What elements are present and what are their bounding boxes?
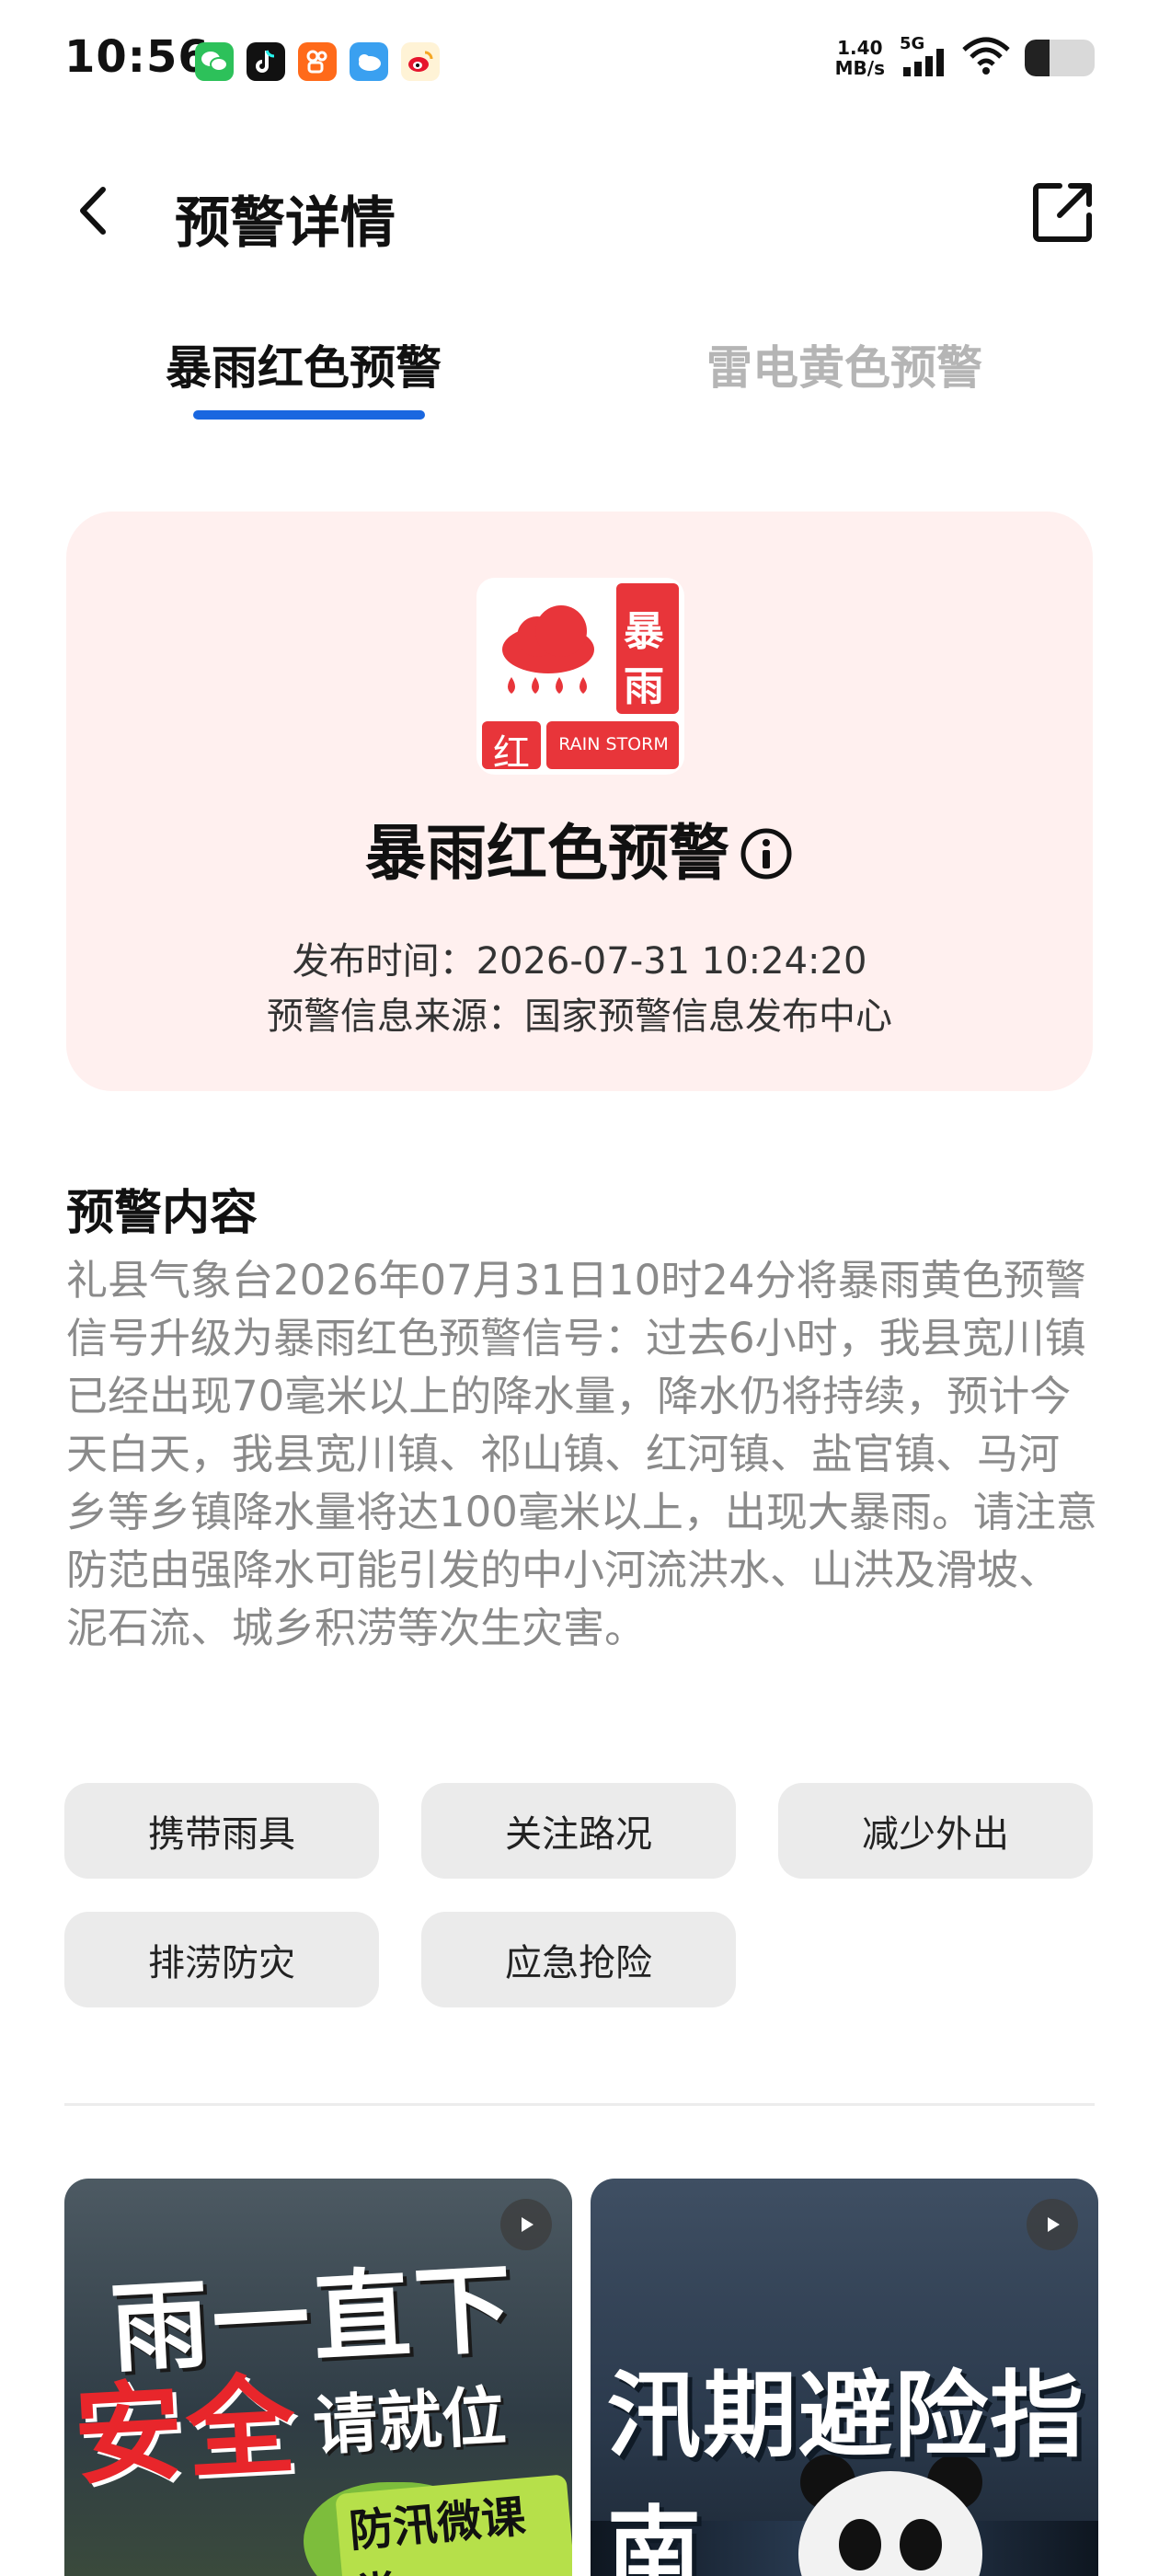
chip-reduce-going-out[interactable]: 减少外出 [778, 1783, 1093, 1879]
kuaishou-icon [298, 42, 337, 81]
battery-icon [1025, 40, 1095, 76]
tab-rainstorm-red[interactable]: 暴雨红色预警 [166, 331, 442, 397]
icon-side-char-2: 雨 [624, 663, 664, 710]
play-icon [500, 2199, 552, 2250]
warning-title-text: 暴雨红色预警 [365, 818, 729, 889]
notification-icons [195, 42, 440, 81]
video-2-title: 汛期避险指南 [607, 2362, 1085, 2576]
warning-content-text: 礼县气象台2026年07月31日10时24分将暴雨黄色预警信号升级为暴雨红色预警… [66, 1256, 1097, 1652]
share-external-icon [1033, 183, 1092, 242]
system-indicators: 1.40 MB/s 5G [835, 34, 1095, 79]
video-card-1[interactable]: 雨一直下 安全 请就位 防汛微课堂 [64, 2179, 572, 2576]
warning-title: 暴雨红色预警 [66, 804, 1093, 892]
content-section-title: 预警内容 [66, 1186, 258, 1241]
active-tab-indicator [193, 410, 425, 420]
info-icon[interactable] [739, 825, 794, 880]
chip-emergency-rescue[interactable]: 应急抢险 [421, 1912, 736, 2007]
battery-fill [1025, 40, 1050, 76]
network-speed-value: 1.40 [837, 37, 883, 59]
page-title: 预警详情 [175, 191, 396, 256]
wechat-icon [195, 42, 234, 81]
chip-drainage-prevention[interactable]: 排涝防灾 [64, 1912, 379, 2007]
warning-summary-card: 暴 雨 红 RAIN STORM 暴雨红色预警 发布时间：2026-07-31 … [66, 512, 1093, 1091]
weibo-icon [401, 42, 440, 81]
back-button[interactable] [64, 178, 129, 243]
tiktok-icon [247, 42, 285, 81]
chevron-left-icon [80, 187, 106, 235]
status-bar: 10:56 1.40 MB/s 5G [0, 0, 1159, 129]
play-icon [1027, 2199, 1078, 2250]
weather-app-icon [350, 42, 388, 81]
icon-side-char-1: 暴 [624, 608, 664, 655]
network-speed: 1.40 MB/s [835, 38, 885, 78]
app-header: 预警详情 [0, 166, 1159, 258]
video-1-line-2: 安全 [71, 2361, 303, 2501]
share-button[interactable] [1030, 178, 1096, 245]
icon-level-char: 红 [493, 732, 530, 775]
tab-thunder-yellow[interactable]: 雷电黄色预警 [706, 331, 982, 397]
icon-caption: RAIN STORM [558, 734, 669, 754]
warning-tabs: 暴雨红色预警 雷电黄色预警 [0, 331, 1159, 432]
warning-source: 预警信息来源：国家预警信息发布中心 [267, 995, 892, 1038]
wifi-icon [962, 37, 1010, 79]
section-divider [64, 2103, 1095, 2106]
publish-time: 发布时间：2026-07-31 10:24:20 [292, 940, 867, 983]
rainstorm-red-warning-icon: 暴 雨 红 RAIN STORM [476, 578, 684, 775]
video-1-line-3: 请就位 [311, 2378, 509, 2465]
chip-carry-rain-gear[interactable]: 携带雨具 [64, 1783, 379, 1879]
cellular-signal-icon: 5G [900, 34, 947, 78]
video-card-2[interactable]: 汛期避险指南 [591, 2179, 1098, 2576]
status-time: 10:56 [64, 31, 210, 83]
chip-watch-road-conditions[interactable]: 关注路况 [421, 1783, 736, 1879]
network-speed-unit: MB/s [834, 57, 885, 79]
